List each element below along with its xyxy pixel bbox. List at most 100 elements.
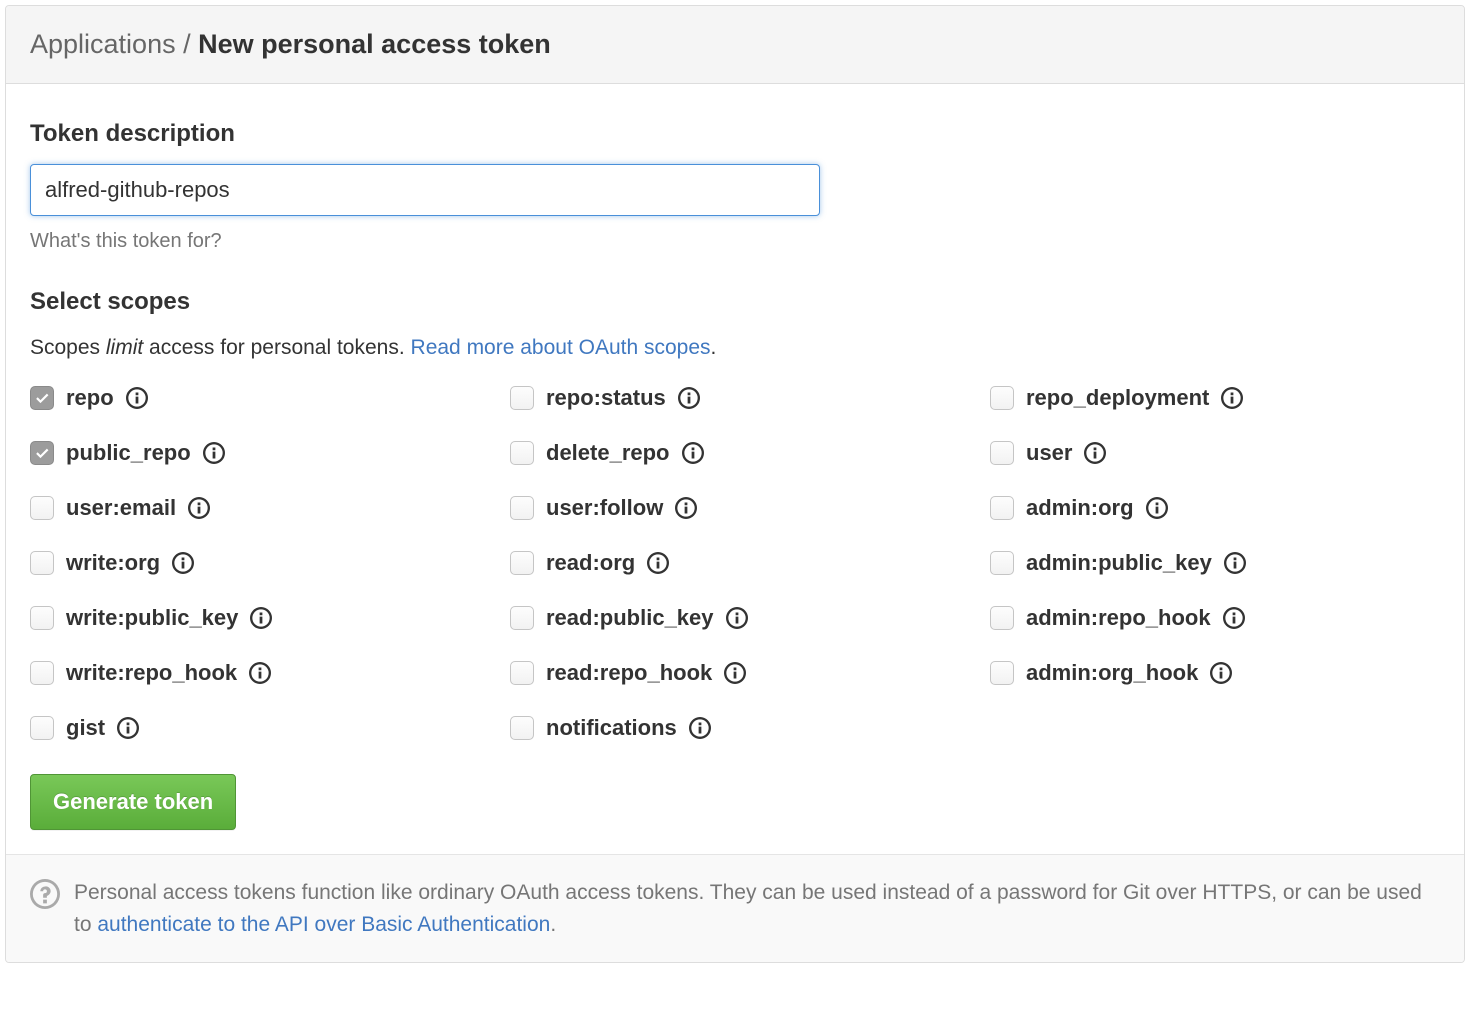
scope-checkbox[interactable]	[30, 496, 54, 520]
breadcrumb: Applications / New personal access token	[6, 6, 1464, 84]
scope-item-user[interactable]: user	[990, 436, 1440, 469]
scope-checkbox[interactable]	[990, 606, 1014, 630]
token-description-input[interactable]	[30, 164, 820, 216]
scopes-grid: repo repo:status repo_deployment public_rep…	[30, 381, 1440, 744]
scope-checkbox[interactable]	[990, 496, 1014, 520]
oauth-scopes-link[interactable]: Read more about OAuth scopes	[411, 336, 711, 359]
scope-checkbox[interactable]	[30, 716, 54, 740]
scope-checkbox[interactable]	[510, 661, 534, 685]
scope-item-user-follow[interactable]: user:follow	[510, 491, 960, 524]
scope-item-write-public-key[interactable]: write:public_key	[30, 601, 480, 634]
help-icon	[30, 879, 60, 909]
generate-token-button[interactable]: Generate token	[30, 774, 236, 830]
scope-label: user:email	[66, 491, 176, 524]
scope-label: admin:public_key	[1026, 546, 1212, 579]
panel-footer: Personal access tokens function like ord…	[6, 854, 1464, 962]
info-icon[interactable]	[249, 662, 271, 684]
scope-item-gist[interactable]: gist	[30, 711, 480, 744]
token-description-label: Token description	[30, 116, 1440, 152]
scope-checkbox[interactable]	[510, 496, 534, 520]
scope-checkbox[interactable]	[510, 716, 534, 740]
scope-label: delete_repo	[546, 436, 670, 469]
token-form-panel: Applications / New personal access token…	[5, 5, 1465, 963]
info-icon[interactable]	[126, 387, 148, 409]
scope-item-admin-org[interactable]: admin:org	[990, 491, 1440, 524]
scope-label: read:repo_hook	[546, 656, 712, 689]
scope-label: gist	[66, 711, 105, 744]
scope-item-admin-org-hook[interactable]: admin:org_hook	[990, 656, 1440, 689]
info-icon[interactable]	[172, 552, 194, 574]
scope-item-notifications[interactable]: notifications	[510, 711, 960, 744]
scope-checkbox[interactable]	[30, 606, 54, 630]
scope-item-user-email[interactable]: user:email	[30, 491, 480, 524]
scope-label: notifications	[546, 711, 677, 744]
info-icon[interactable]	[1221, 387, 1243, 409]
breadcrumb-parent[interactable]: Applications	[30, 29, 176, 59]
scope-checkbox[interactable]	[30, 386, 54, 410]
scope-item-read-repo-hook[interactable]: read:repo_hook	[510, 656, 960, 689]
footer-text: Personal access tokens function like ord…	[74, 877, 1440, 940]
info-icon[interactable]	[1210, 662, 1232, 684]
scope-checkbox[interactable]	[30, 441, 54, 465]
scope-item-read-org[interactable]: read:org	[510, 546, 960, 579]
scope-item-repo-status[interactable]: repo:status	[510, 381, 960, 414]
scope-label: user:follow	[546, 491, 663, 524]
scope-item-admin-public-key[interactable]: admin:public_key	[990, 546, 1440, 579]
scopes-desc-rest: access for personal tokens.	[143, 336, 410, 359]
info-icon[interactable]	[1146, 497, 1168, 519]
scope-label: user	[1026, 436, 1072, 469]
scope-item-read-public-key[interactable]: read:public_key	[510, 601, 960, 634]
info-icon[interactable]	[117, 717, 139, 739]
scope-checkbox[interactable]	[990, 661, 1014, 685]
breadcrumb-separator: /	[176, 29, 199, 59]
scope-checkbox[interactable]	[30, 661, 54, 685]
scope-label: write:public_key	[66, 601, 238, 634]
info-icon[interactable]	[675, 497, 697, 519]
info-icon[interactable]	[682, 442, 704, 464]
info-icon[interactable]	[647, 552, 669, 574]
scope-checkbox[interactable]	[510, 386, 534, 410]
info-icon[interactable]	[188, 497, 210, 519]
scope-checkbox[interactable]	[990, 386, 1014, 410]
info-icon[interactable]	[724, 662, 746, 684]
scope-item-public-repo[interactable]: public_repo	[30, 436, 480, 469]
info-icon[interactable]	[678, 387, 700, 409]
scope-checkbox[interactable]	[30, 551, 54, 575]
scope-label: repo_deployment	[1026, 381, 1209, 414]
info-icon[interactable]	[1223, 607, 1245, 629]
page-title: New personal access token	[198, 29, 551, 59]
scope-checkbox[interactable]	[990, 551, 1014, 575]
token-description-hint: What's this token for?	[30, 226, 1440, 256]
panel-body: Token description What's this token for?…	[6, 84, 1464, 855]
info-icon[interactable]	[689, 717, 711, 739]
scope-item-repo[interactable]: repo	[30, 381, 480, 414]
basic-auth-link[interactable]: authenticate to the API over Basic Authe…	[97, 913, 550, 936]
scope-checkbox[interactable]	[510, 606, 534, 630]
scopes-desc-prefix: Scopes	[30, 336, 106, 359]
scope-label: admin:org_hook	[1026, 656, 1198, 689]
footer-text-b: .	[550, 913, 556, 936]
scope-item-delete-repo[interactable]: delete_repo	[510, 436, 960, 469]
info-icon[interactable]	[1084, 442, 1106, 464]
scopes-desc-em: limit	[106, 336, 143, 359]
scope-checkbox[interactable]	[510, 551, 534, 575]
scope-item-admin-repo-hook[interactable]: admin:repo_hook	[990, 601, 1440, 634]
scope-checkbox[interactable]	[990, 441, 1014, 465]
info-icon[interactable]	[203, 442, 225, 464]
info-icon[interactable]	[726, 607, 748, 629]
scope-label: read:public_key	[546, 601, 714, 634]
scope-label: admin:org	[1026, 491, 1134, 524]
info-icon[interactable]	[250, 607, 272, 629]
scope-label: public_repo	[66, 436, 191, 469]
scope-item-write-repo-hook[interactable]: write:repo_hook	[30, 656, 480, 689]
scope-label: repo:status	[546, 381, 666, 414]
scope-item-write-org[interactable]: write:org	[30, 546, 480, 579]
scope-label: read:org	[546, 546, 635, 579]
scope-checkbox[interactable]	[510, 441, 534, 465]
info-icon[interactable]	[1224, 552, 1246, 574]
scopes-desc-period: .	[711, 336, 717, 359]
select-scopes-label: Select scopes	[30, 284, 1440, 320]
scope-item-repo-deployment[interactable]: repo_deployment	[990, 381, 1440, 414]
scope-label: admin:repo_hook	[1026, 601, 1211, 634]
scope-label: repo	[66, 381, 114, 414]
